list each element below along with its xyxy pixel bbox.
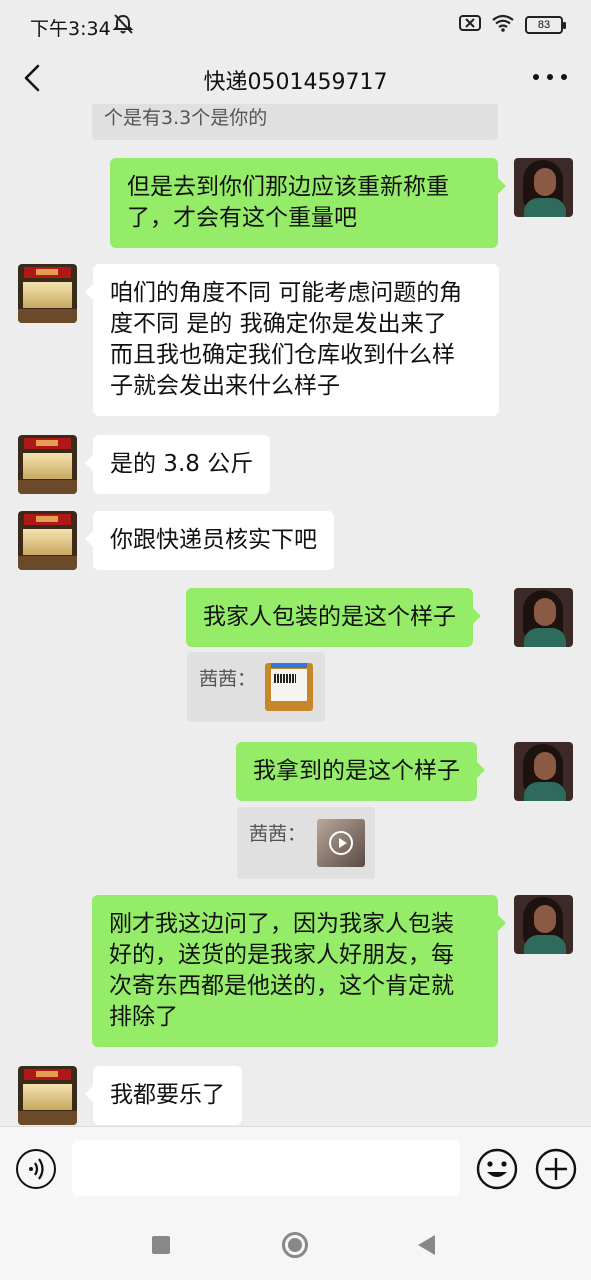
quoted-message[interactable]: 茜茜： xyxy=(237,807,375,879)
status-icons: 83 xyxy=(459,14,566,36)
plus-icon[interactable] xyxy=(535,1148,577,1190)
avatar-self[interactable] xyxy=(514,588,573,647)
back-button[interactable] xyxy=(418,1235,435,1255)
chat-title: 快递0501459717 xyxy=(203,70,388,95)
status-time: 下午3:34 xyxy=(30,18,111,40)
more-dots-icon[interactable] xyxy=(533,64,567,90)
message-list[interactable]: 个是有3.3个是你的 但是去到你们那边应该重新称重 了，才会有这个重量吧 咱们的… xyxy=(0,104,591,1126)
message-input[interactable] xyxy=(72,1140,460,1196)
message-bubble-sent[interactable]: 我拿到的是这个样子 xyxy=(236,742,485,801)
status-bar: 下午3:34 83 xyxy=(0,0,591,52)
system-navigation-bar xyxy=(0,1210,591,1280)
message-input-bar xyxy=(0,1126,591,1210)
quoted-message[interactable]: 个是有3.3个是你的 xyxy=(92,104,498,140)
avatar-self[interactable] xyxy=(514,895,573,954)
mute-icon xyxy=(112,13,134,39)
sim-off-icon xyxy=(459,14,481,36)
avatar-contact[interactable] xyxy=(18,264,77,323)
quoted-message[interactable]: 茜茜： xyxy=(187,652,325,722)
message-bubble-sent[interactable]: 刚才我这边问了，因为我家人包装 好的，送货的是我家人好朋友，每 次寄东西都是他送… xyxy=(92,895,506,1047)
package-image-thumbnail[interactable] xyxy=(265,663,313,711)
avatar-self[interactable] xyxy=(514,158,573,217)
message-bubble-sent[interactable]: 但是去到你们那边应该重新称重 了，才会有这个重量吧 xyxy=(110,158,506,248)
quote-sender: 茜茜： xyxy=(199,668,257,690)
avatar-contact[interactable] xyxy=(18,435,77,494)
battery-icon: 83 xyxy=(525,16,566,34)
message-bubble-received[interactable]: 是的 3.8 公斤 xyxy=(84,435,271,494)
quote-sender: 茜茜： xyxy=(249,823,307,845)
message-bubble-sent[interactable]: 我家人包装的是这个样子 xyxy=(186,588,481,647)
quote-text: 个是有3.3个是你的 xyxy=(104,107,268,129)
emoji-icon[interactable] xyxy=(476,1148,518,1190)
avatar-self[interactable] xyxy=(514,742,573,801)
message-bubble-received[interactable]: 我都要乐了 xyxy=(85,1066,242,1125)
avatar-contact[interactable] xyxy=(18,1066,77,1125)
play-icon xyxy=(329,831,353,855)
video-thumbnail[interactable] xyxy=(317,819,365,867)
voice-icon[interactable] xyxy=(16,1149,56,1189)
chat-header: 快递0501459717 xyxy=(0,52,591,104)
home-button[interactable] xyxy=(282,1232,308,1258)
wifi-icon xyxy=(491,14,515,36)
avatar-contact[interactable] xyxy=(18,511,77,570)
recent-apps-button[interactable] xyxy=(152,1236,170,1254)
message-bubble-received[interactable]: 你跟快递员核实下吧 xyxy=(85,511,334,570)
message-bubble-received[interactable]: 咱们的角度不同 可能考虑问题的角 度不同 是的 我确定你是发出来了 而且我也确定… xyxy=(85,264,499,416)
